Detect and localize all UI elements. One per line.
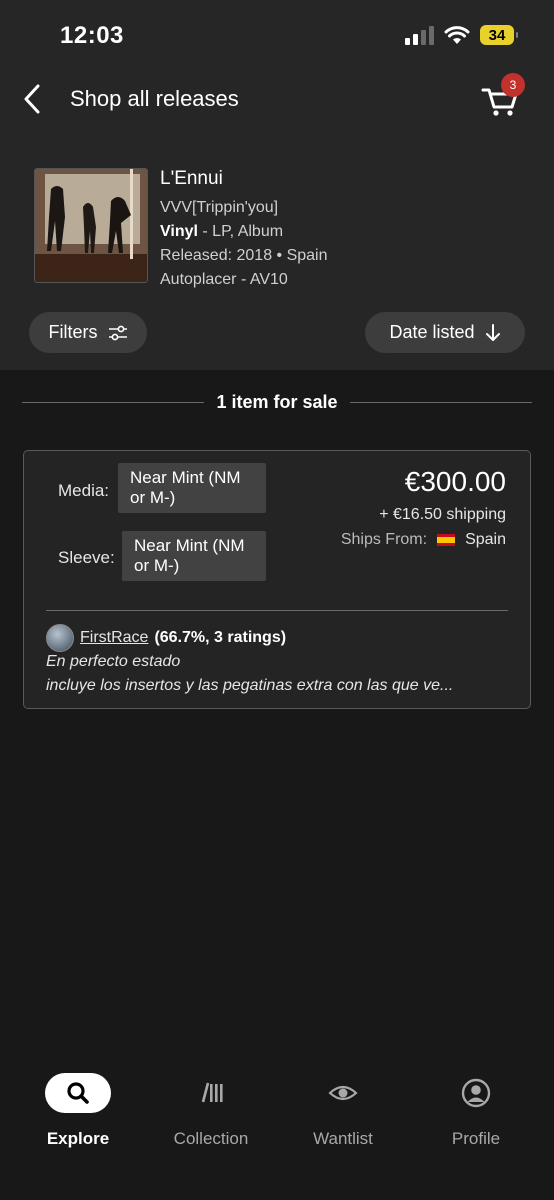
release-info: L'Ennui VVV[Trippin'you] Vinyl - LP, Alb… bbox=[160, 168, 328, 292]
release-format: Vinyl - LP, Album bbox=[160, 220, 328, 244]
profile-icon bbox=[461, 1078, 491, 1108]
eye-icon bbox=[328, 1085, 358, 1101]
tab-explore-label: Explore bbox=[46, 1129, 110, 1148]
listing-price: €300.00 bbox=[404, 466, 506, 497]
seller-avatar[interactable] bbox=[46, 624, 74, 652]
tab-profile[interactable]: Profile bbox=[416, 1055, 536, 1149]
sleeve-condition: Near Mint (NM or M-) bbox=[122, 531, 266, 581]
tab-wantlist-label: Wantlist bbox=[313, 1129, 373, 1148]
listing-card[interactable]: Media: Near Mint (NM or M-) Sleeve: Near… bbox=[23, 450, 531, 709]
release-artist[interactable]: VVV[Trippin'you] bbox=[160, 196, 328, 220]
ships-from: Ships From: Spain bbox=[341, 531, 506, 549]
filters-button[interactable]: Filters bbox=[29, 312, 147, 353]
divider bbox=[22, 402, 205, 403]
item-count-heading: 1 item for sale bbox=[22, 392, 532, 413]
seller-name-link[interactable]: FirstRace bbox=[80, 629, 148, 647]
cellular-signal-icon bbox=[405, 25, 434, 45]
seller-rating: (66.7%, 3 ratings) bbox=[154, 629, 287, 646]
search-icon bbox=[45, 1073, 111, 1113]
seller-row: FirstRace (66.7%, 3 ratings) bbox=[46, 624, 286, 652]
sort-button[interactable]: Date listed bbox=[365, 312, 525, 353]
ships-from-country: Spain bbox=[465, 531, 506, 548]
back-button[interactable] bbox=[18, 82, 48, 116]
sort-label: Date listed bbox=[389, 322, 475, 342]
release-format-type: Vinyl bbox=[160, 223, 198, 240]
media-label: Media: bbox=[58, 481, 110, 500]
status-icons: 34 bbox=[405, 25, 518, 45]
divider bbox=[349, 402, 532, 403]
card-divider bbox=[46, 610, 508, 611]
release-label[interactable]: Autoplacer - AV10 bbox=[160, 268, 328, 292]
sleeve-label: Sleeve: bbox=[58, 548, 115, 567]
tab-collection-label: Collection bbox=[173, 1129, 249, 1148]
page-title: Shop all releases bbox=[70, 86, 239, 111]
sliders-icon bbox=[108, 325, 127, 340]
release-date-country: Released: 2018 • Spain bbox=[160, 247, 328, 264]
collection-icon bbox=[201, 1082, 223, 1103]
tab-wantlist[interactable]: Wantlist bbox=[283, 1055, 403, 1149]
album-cover[interactable] bbox=[34, 168, 148, 283]
arrow-down-icon bbox=[485, 323, 500, 341]
item-count-text: 1 item for sale bbox=[216, 392, 338, 412]
wifi-icon bbox=[444, 26, 470, 44]
listing-comment-line2: incluye los insertos y las pegatinas ext… bbox=[46, 677, 454, 694]
tab-collection[interactable]: Collection bbox=[151, 1055, 271, 1149]
shipping-cost: + €16.50 shipping bbox=[379, 506, 506, 523]
tab-profile-label: Profile bbox=[451, 1129, 501, 1148]
ships-from-label: Ships From: bbox=[340, 531, 428, 548]
listing-comment-line1: En perfecto estado bbox=[46, 653, 181, 670]
battery-icon: 34 bbox=[480, 25, 518, 45]
status-time: 12:03 bbox=[60, 22, 124, 49]
tab-explore[interactable]: Explore bbox=[18, 1055, 138, 1149]
spain-flag-icon bbox=[437, 534, 456, 546]
filters-label: Filters bbox=[48, 322, 98, 342]
release-format-detail: - LP, Album bbox=[197, 223, 284, 240]
cart-count-badge: 3 bbox=[501, 73, 525, 97]
media-condition: Near Mint (NM or M-) bbox=[118, 463, 266, 513]
bottom-tab-bar: Explore Collection Wantlist Profile bbox=[0, 1055, 554, 1200]
release-title: L'Ennui bbox=[160, 168, 223, 189]
